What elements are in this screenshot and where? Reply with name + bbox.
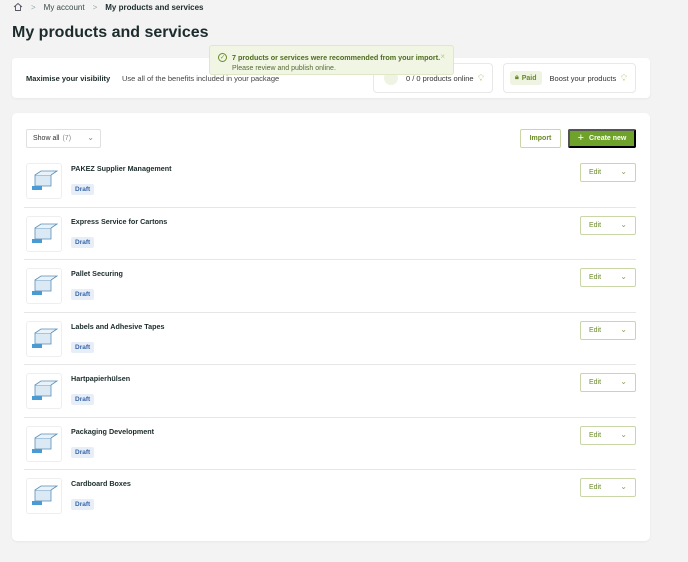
product-name[interactable]: Cardboard Boxes <box>71 479 131 488</box>
chevron-down-icon[interactable]: ⌄ <box>620 482 627 491</box>
paper-tubes-illustration-icon <box>26 373 62 409</box>
check-circle-icon: ✓ <box>218 53 227 62</box>
chevron-down-icon[interactable]: ⌄ <box>620 377 627 386</box>
product-row[interactable]: Labels and Adhesive Tapes Draft Edit ⌄ <box>24 313 636 365</box>
products-card: Show all (7) ⌄ Import + Create new PAKEZ… <box>12 113 650 541</box>
product-row[interactable]: Cardboard Boxes Draft Edit ⌄ <box>24 470 636 523</box>
import-toast: ✓ 7 products or services were recommende… <box>209 45 454 75</box>
product-row[interactable]: PAKEZ Supplier Management Draft Edit ⌄ <box>24 155 636 208</box>
paid-label: Paid <box>521 74 537 82</box>
edit-label: Edit <box>589 326 602 334</box>
status-badge: Draft <box>71 446 95 458</box>
page-title: My products and services <box>12 24 209 41</box>
lightbulb-icon: 💡︎ <box>477 72 484 83</box>
filter-count: (7) <box>62 135 72 142</box>
packaging-dev-illustration-icon <box>26 425 62 462</box>
product-row[interactable]: Hartpapierhülsen Draft Edit ⌄ <box>24 365 636 418</box>
breadcrumb-current: My products and services <box>105 2 204 12</box>
edit-button[interactable]: Edit ⌄ <box>580 163 636 182</box>
edit-label: Edit <box>589 274 602 281</box>
cardboard-box-illustration-icon <box>26 478 62 514</box>
chevron-down-icon: ⌄ <box>87 133 94 142</box>
chevron-down-icon[interactable]: ⌄ <box>620 430 627 439</box>
status-badge: Draft <box>71 341 95 353</box>
lock-icon: 🔒︎ <box>515 74 519 81</box>
product-row[interactable]: Packaging Development Draft Edit ⌄ <box>24 418 636 470</box>
home-icon[interactable] <box>13 2 23 12</box>
toast-message: 7 products or services were recommended … <box>232 53 441 62</box>
edit-button[interactable]: Edit ⌄ <box>580 478 636 497</box>
create-new-button[interactable]: + Create new <box>568 129 636 148</box>
logo-das-etikett-icon <box>26 215 62 252</box>
lightbulb-icon: 💡︎ <box>620 72 627 83</box>
status-badge: Draft <box>71 499 95 510</box>
import-button[interactable]: Import <box>520 129 561 148</box>
chevron-down-icon[interactable]: ⌄ <box>620 272 627 281</box>
boost-products-box[interactable]: 🔒︎ Paid Boost your products 💡︎ <box>503 63 636 93</box>
labels-illustration-icon <box>26 320 62 357</box>
edit-label: Edit <box>589 431 602 439</box>
plus-icon: + <box>577 132 585 144</box>
product-name[interactable]: Packaging Development <box>71 427 154 436</box>
edit-button[interactable]: Edit ⌄ <box>580 320 636 340</box>
edit-button[interactable]: Edit ⌄ <box>580 373 636 392</box>
edit-label: Edit <box>589 169 602 176</box>
status-badge: Draft <box>71 289 95 300</box>
edit-label: Edit <box>589 484 602 491</box>
toast-subtext: Please review and publish online. <box>232 65 336 72</box>
create-new-label: Create new <box>589 135 627 142</box>
product-row[interactable]: Pallet Securing Draft Edit ⌄ <box>24 260 636 313</box>
product-row[interactable]: Express Service for Cartons Draft Edit ⌄ <box>24 208 636 260</box>
chevron-down-icon[interactable]: ⌄ <box>620 167 627 176</box>
product-name[interactable]: Express Service for Cartons <box>71 217 167 226</box>
product-name[interactable]: PAKEZ Supplier Management <box>71 164 172 173</box>
chevron-down-icon[interactable]: ⌄ <box>620 325 627 334</box>
filter-label: Show all <box>33 135 60 142</box>
show-all-dropdown[interactable]: Show all (7) ⌄ <box>26 129 101 148</box>
product-name[interactable]: Hartpapierhülsen <box>71 374 130 383</box>
boost-label: Boost your products <box>549 73 617 83</box>
banner-title: Maximise your visibility <box>26 73 111 83</box>
edit-button[interactable]: Edit ⌄ <box>580 215 636 235</box>
status-badge: Draft <box>71 184 95 195</box>
breadcrumb-my-account[interactable]: My account <box>44 3 85 12</box>
pallet-illustration-icon <box>26 268 62 304</box>
close-icon[interactable]: × <box>440 52 445 61</box>
edit-label: Edit <box>589 221 602 229</box>
breadcrumb: > My account > My products and services <box>13 2 204 12</box>
product-name[interactable]: Labels and Adhesive Tapes <box>71 322 164 331</box>
breadcrumb-separator: > <box>92 2 98 12</box>
warehouse-illustration-icon <box>26 163 62 199</box>
status-badge: Draft <box>71 236 95 248</box>
edit-button[interactable]: Edit ⌄ <box>580 268 636 287</box>
breadcrumb-separator: > <box>31 2 36 12</box>
paid-badge: 🔒︎ Paid <box>510 71 542 85</box>
edit-label: Edit <box>589 379 602 386</box>
product-list: PAKEZ Supplier Management Draft Edit ⌄ Expre… <box>24 155 636 523</box>
chevron-down-icon[interactable]: ⌄ <box>620 220 627 229</box>
product-name[interactable]: Pallet Securing <box>71 269 123 278</box>
status-badge: Draft <box>71 394 95 405</box>
edit-button[interactable]: Edit ⌄ <box>580 425 636 445</box>
